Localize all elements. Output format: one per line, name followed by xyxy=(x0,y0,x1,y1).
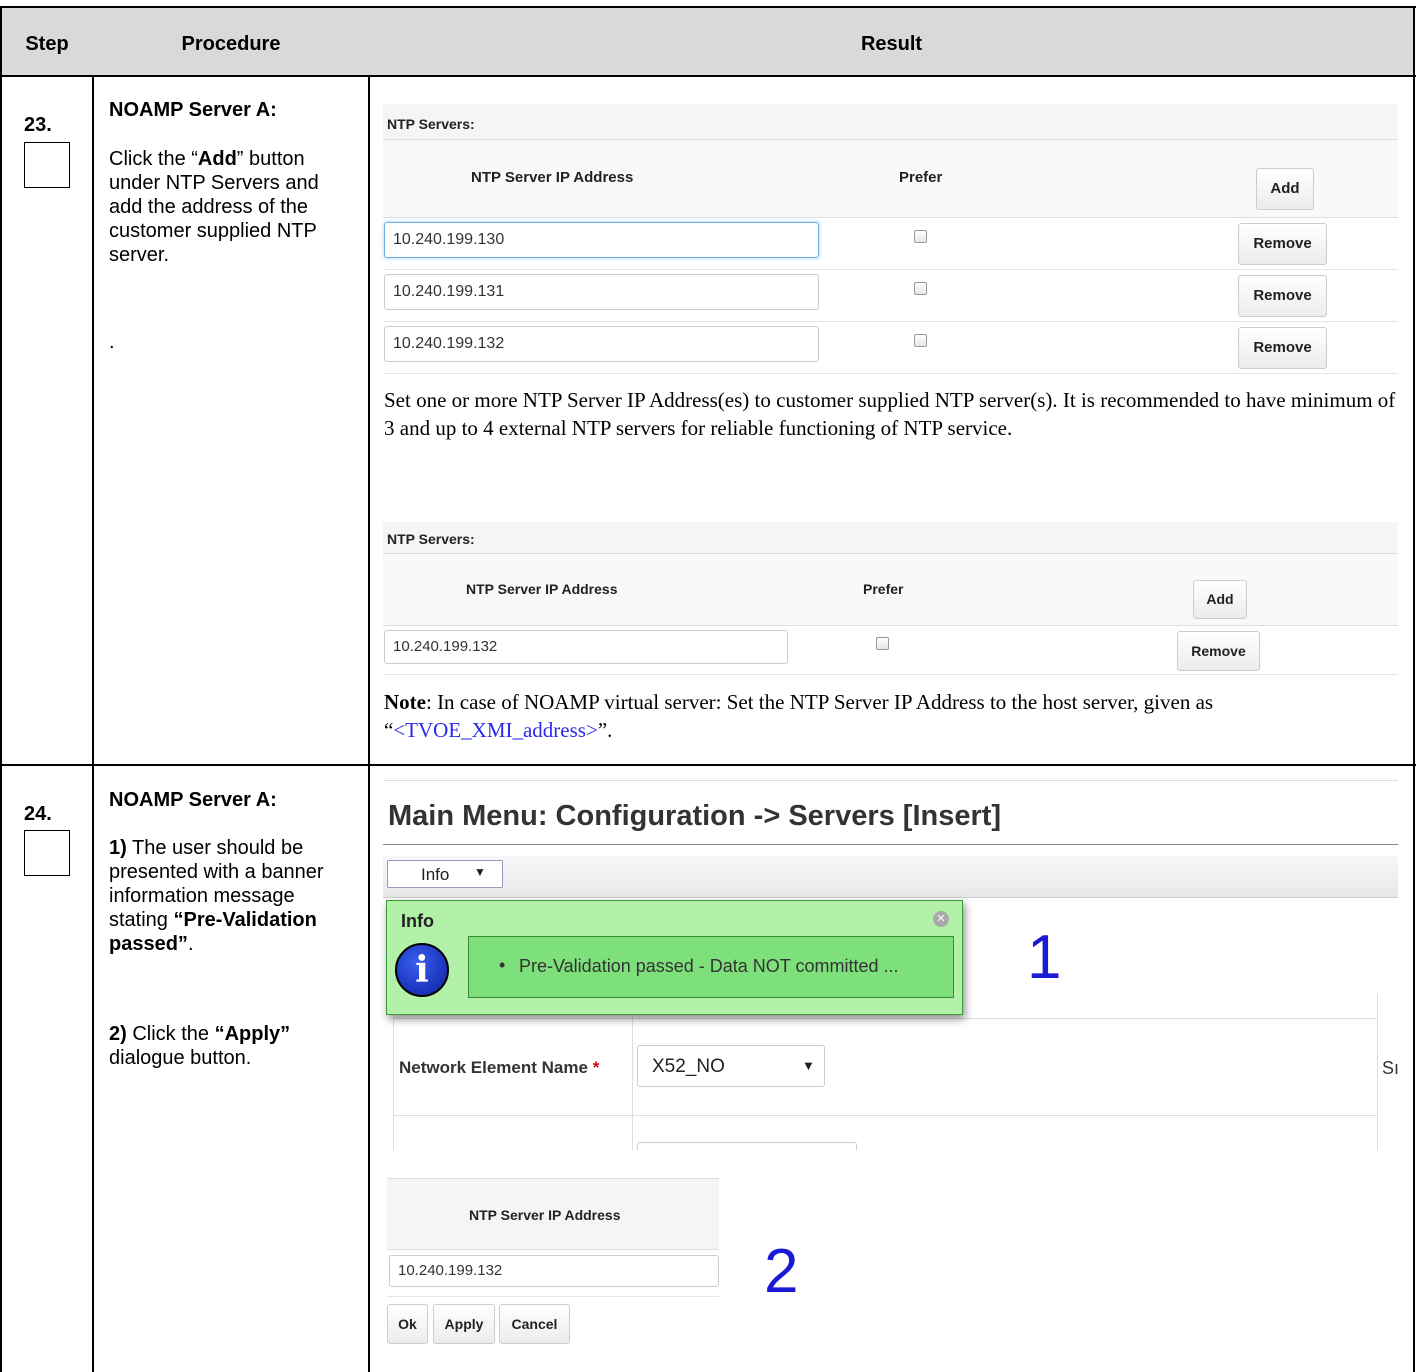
snippet-separator xyxy=(387,1296,719,1297)
banner-message-box: • Pre-Validation passed - Data NOT commi… xyxy=(468,936,954,998)
caret-down-icon: ▼ xyxy=(802,1058,815,1073)
caret-down-icon: ▼ xyxy=(474,865,486,879)
step-checkbox[interactable] xyxy=(24,142,70,188)
info-icon: i xyxy=(395,943,449,997)
ne-label: Network Element Name * xyxy=(399,1058,600,1077)
ntp-servers-bar xyxy=(383,104,1398,140)
ntp-ip-input-3[interactable]: 10.240.199.132 xyxy=(384,326,819,362)
header-step: Step xyxy=(25,33,69,55)
ntp-servers-title: NTP Servers: xyxy=(387,116,475,132)
ntp-ip-input-1[interactable]: 10.240.199.130 xyxy=(384,222,819,258)
callout-1: 1 xyxy=(1027,923,1062,992)
col-ntp-ip: NTP Server IP Address xyxy=(471,169,634,186)
procedure-step-2: 2) Click the “Apply” dialogue button. xyxy=(109,1023,291,1069)
ntp-servers-bar-2 xyxy=(383,522,1398,554)
ntp-ip-input-2[interactable]: 10.240.199.131 xyxy=(384,274,819,310)
form-col-divider xyxy=(1377,994,1378,1150)
procedure-title: NOAMP Server A: xyxy=(109,99,277,121)
col-divider-2 xyxy=(368,6,370,1372)
step-number: 24. xyxy=(24,803,52,825)
header-bottom-border xyxy=(0,75,1416,77)
tvoe-address-link[interactable]: <TVOE_XMI_address> xyxy=(393,718,597,742)
cancel-button[interactable]: Cancel xyxy=(499,1304,570,1344)
cutoff-text: Sı xyxy=(1382,1058,1398,1078)
ntp-snippet-header: NTP Server IP Address xyxy=(387,1178,719,1250)
row-separator xyxy=(383,269,1398,270)
prefer-checkbox-4[interactable] xyxy=(876,637,889,650)
procedure-step-1: 1) The user should be presented with a b… xyxy=(109,837,324,955)
apply-button[interactable]: Apply xyxy=(433,1304,495,1344)
step-checkbox[interactable] xyxy=(24,830,70,876)
info-banner: Info ✕ i • Pre-Validation passed - Data … xyxy=(386,900,963,1015)
top-rule xyxy=(383,780,1398,781)
remove-button-4[interactable]: Remove xyxy=(1177,631,1260,671)
ne-select[interactable]: X52_NO ▼ xyxy=(637,1045,825,1087)
ok-button[interactable]: Ok xyxy=(387,1304,428,1344)
add-button[interactable]: Add xyxy=(1256,168,1314,210)
table-left-border xyxy=(0,6,2,1372)
procedure-title: NOAMP Server A: xyxy=(109,789,277,811)
bullet: • xyxy=(499,955,506,975)
page-title: Main Menu: Configuration -> Servers [Ins… xyxy=(388,800,1002,832)
header-result: Result xyxy=(860,33,923,55)
callout-2: 2 xyxy=(764,1237,799,1306)
add-button-2[interactable]: Add xyxy=(1193,580,1247,619)
prefer-checkbox-3[interactable] xyxy=(914,334,927,347)
procedure-dot: . xyxy=(109,331,115,353)
row-divider xyxy=(0,764,1416,766)
ntp-servers-title-2: NTP Servers: xyxy=(387,531,475,547)
procedure-text: Click the “Add” button under NTP Servers… xyxy=(109,148,319,266)
row-separator xyxy=(383,321,1398,322)
row-separator xyxy=(383,373,1398,374)
title-underline xyxy=(383,844,1398,845)
form-left-divider xyxy=(393,1018,394,1150)
ntp-ip-input-4[interactable]: 10.240.199.132 xyxy=(384,630,788,664)
info-dropdown[interactable]: Info ▼ xyxy=(387,860,503,888)
col-ntp-ip-2: NTP Server IP Address xyxy=(466,581,618,597)
prefer-checkbox-2[interactable] xyxy=(914,282,927,295)
col-prefer: Prefer xyxy=(899,169,943,186)
header-procedure: Procedure xyxy=(181,33,281,55)
prefer-checkbox-1[interactable] xyxy=(914,230,927,243)
table-right-border xyxy=(1413,6,1415,1372)
remove-button-1[interactable]: Remove xyxy=(1238,223,1327,265)
partial-input xyxy=(637,1142,857,1150)
col-prefer-2: Prefer xyxy=(863,581,904,597)
close-icon[interactable]: ✕ xyxy=(933,911,949,927)
remove-button-2[interactable]: Remove xyxy=(1238,275,1327,317)
ntp-instruction-text: Set one or more NTP Server IP Address(es… xyxy=(384,388,1396,440)
form-col-divider xyxy=(632,994,633,1150)
form-row-bg xyxy=(393,1116,1378,1150)
step-number: 23. xyxy=(24,114,52,136)
toolbar xyxy=(383,856,1398,898)
row-separator xyxy=(383,674,1398,675)
col-divider-1 xyxy=(92,6,94,1372)
note-text: Note: In case of NOAMP virtual server: S… xyxy=(384,690,1214,742)
remove-button-3[interactable]: Remove xyxy=(1238,327,1327,369)
ntp-ip-input-5[interactable]: 10.240.199.132 xyxy=(389,1255,719,1287)
